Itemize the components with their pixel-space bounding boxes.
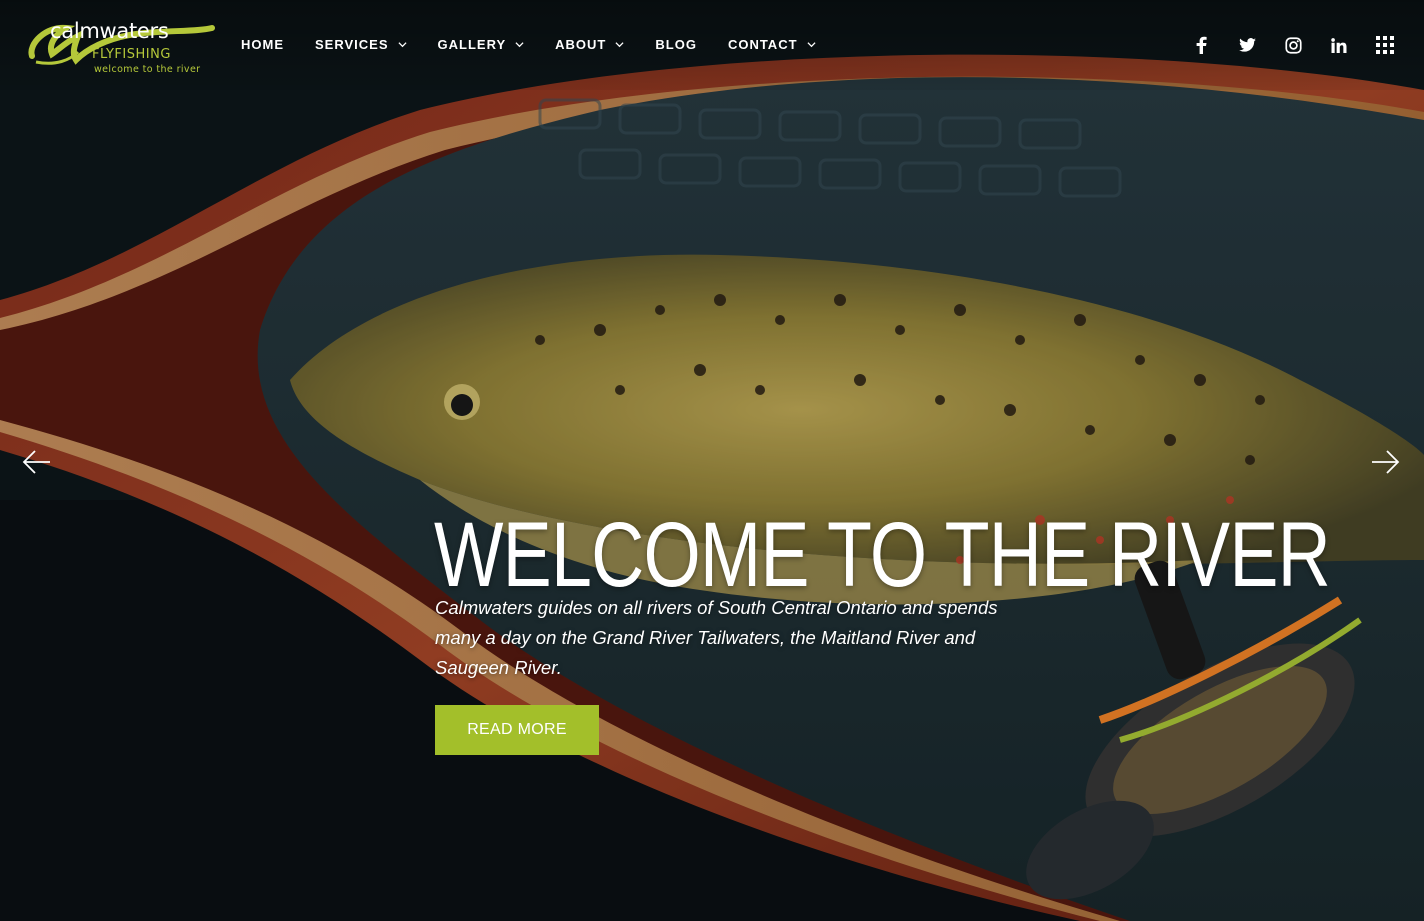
hero-photo-trout-in-net [0, 0, 1424, 921]
chevron-down-icon [615, 41, 624, 47]
nav-label: CONTACT [727, 36, 798, 52]
instagram-icon[interactable] [1280, 32, 1306, 58]
nav-item-about[interactable]: ABOUT [555, 34, 624, 54]
nav-item-contact[interactable]: CONTACT [728, 34, 816, 54]
nav-label: ABOUT [555, 36, 607, 52]
slider-next-button[interactable] [1370, 448, 1400, 476]
site-header: calmwaters FLYFISHING welcome to the riv… [0, 0, 1424, 90]
logo-subtitle: FLYFISHING [92, 47, 171, 62]
site-logo[interactable]: calmwaters FLYFISHING welcome to the riv… [26, 14, 216, 76]
logo-tagline: welcome to the river [94, 64, 201, 75]
facebook-icon[interactable] [1188, 32, 1214, 58]
nav-label: BLOG [655, 36, 697, 52]
chevron-down-icon [397, 41, 407, 47]
slider-prev-button[interactable] [22, 448, 52, 476]
logo-wordmark: calmwaters [50, 19, 169, 43]
linkedin-icon[interactable] [1326, 32, 1352, 58]
chevron-down-icon [806, 41, 816, 47]
apps-grid-icon[interactable] [1372, 32, 1398, 58]
hero-lead-text: Calmwaters guides on all rivers of South… [435, 596, 998, 678]
main-nav: HOME SERVICES GALLERY ABOUT BLOG CONTACT [241, 34, 847, 54]
twitter-icon[interactable] [1234, 32, 1260, 58]
nav-label: HOME [241, 36, 284, 52]
arrow-left-icon [22, 450, 50, 474]
hero-background [0, 0, 1424, 921]
nav-item-home[interactable]: HOME [241, 34, 284, 54]
nav-item-gallery[interactable]: GALLERY [438, 34, 525, 54]
nav-label: SERVICES [315, 36, 389, 52]
nav-item-services[interactable]: SERVICES [315, 34, 407, 54]
nav-label: GALLERY [437, 36, 507, 52]
nav-item-blog[interactable]: BLOG [655, 34, 697, 54]
chevron-down-icon [515, 41, 524, 47]
read-more-button[interactable]: READ MORE [435, 705, 599, 755]
arrow-right-icon [1372, 450, 1400, 474]
social-links [1168, 32, 1398, 58]
